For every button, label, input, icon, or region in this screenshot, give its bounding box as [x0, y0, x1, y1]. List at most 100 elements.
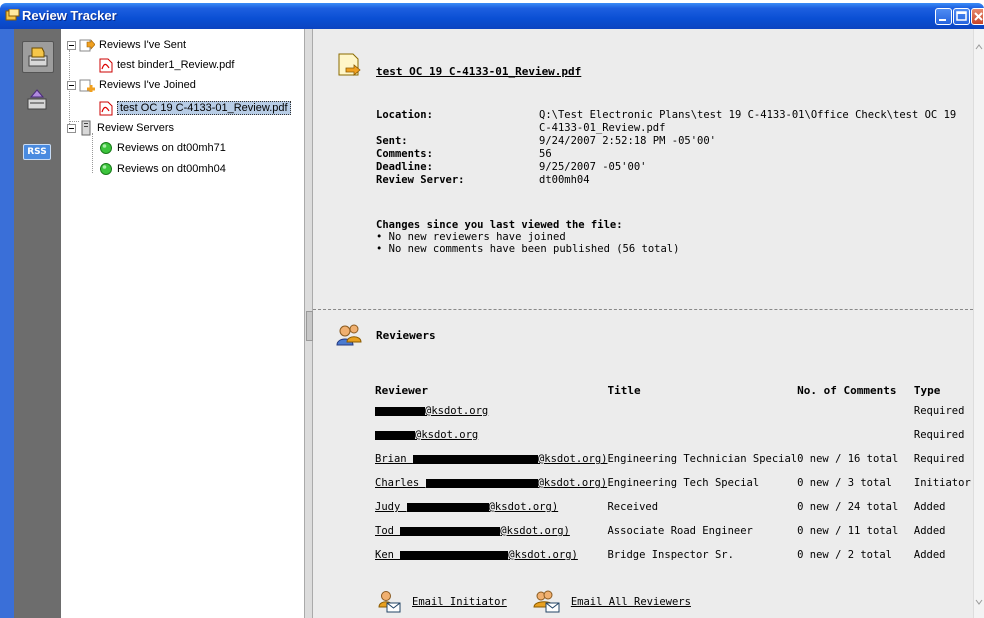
email-all-reviewers-link[interactable]: Email All Reviewers	[571, 596, 691, 608]
tree-node-label: Review Servers	[97, 122, 175, 134]
rail-joined-reviews[interactable]	[22, 85, 52, 115]
reviewer-title: Engineering Tech Special	[607, 477, 760, 489]
maximize-icon	[956, 11, 967, 21]
email-initiator-icon[interactable]	[376, 590, 402, 614]
sent-reviews-icon	[28, 47, 48, 67]
reviewer-link[interactable]: Judy @ksdot.org)	[375, 501, 558, 513]
tree-node-reviews-joined[interactable]: Reviews I've Joined	[67, 76, 196, 94]
email-all-reviewers-icon[interactable]	[533, 590, 561, 614]
redacted-name	[400, 526, 501, 536]
reviewers-icon	[336, 324, 362, 346]
close-button[interactable]	[971, 8, 984, 25]
reviewer-type: Added	[913, 549, 946, 561]
review-tracker-icon	[5, 9, 20, 21]
review-tree: Reviews I've Sent test binder1_Review.pd…	[61, 29, 304, 618]
column-header-title: Title	[607, 383, 641, 397]
reviewer-title	[607, 423, 797, 447]
rss-icon: RSS	[23, 144, 51, 160]
table-row: Charles @ksdot.org) Engineering Tech Spe…	[375, 471, 973, 495]
redacted-name	[412, 454, 538, 464]
document-title-link[interactable]: test OC 19 C-4133-01_Review.pdf	[376, 65, 581, 78]
tree-node-label: test OC 19 C-4133-01_Review.pdf	[117, 101, 291, 115]
reviewer-type: Added	[913, 501, 946, 513]
close-icon	[974, 12, 983, 21]
table-row: @ksdot.org Required	[375, 423, 973, 447]
info-value: dt00mh04	[539, 174, 590, 186]
splitter-grip-icon[interactable]	[306, 311, 313, 341]
rail-rss[interactable]: RSS	[22, 137, 52, 167]
document-info: Location: Q:\Test Electronic Plans\test …	[376, 109, 969, 187]
tree-guide-line	[92, 133, 93, 173]
info-key: Sent:	[376, 135, 408, 147]
review-tracker-window: Review Tracker RSS Reviews I've Sent tes…	[0, 0, 984, 618]
reviewer-link[interactable]: Charles @ksdot.org)	[375, 477, 607, 489]
window-title: Review Tracker	[22, 8, 117, 23]
reviewer-comments: 0 new / 16 total	[797, 453, 899, 465]
table-row: Judy @ksdot.org) Received 0 new / 24 tot…	[375, 495, 973, 519]
info-value: 56	[539, 148, 552, 160]
changes-heading: Changes since you last viewed the file:	[376, 219, 623, 231]
info-key: Deadline:	[376, 161, 433, 173]
pane-splitter[interactable]	[304, 29, 313, 618]
scroll-up-icon[interactable]	[974, 41, 984, 53]
collapse-icon[interactable]	[67, 80, 76, 90]
reviewer-comments	[797, 399, 914, 423]
tree-node-label: test binder1_Review.pdf	[117, 59, 235, 71]
tree-node-label: Reviews on dt00mh04	[117, 163, 226, 175]
info-key: Location:	[376, 109, 433, 121]
reviewer-link[interactable]: Brian @ksdot.org)	[375, 453, 607, 465]
folder-sent-icon	[79, 39, 95, 52]
pdf-icon	[99, 101, 113, 115]
title-bar[interactable]: Review Tracker	[0, 3, 984, 29]
tree-node-test-oc19[interactable]: test OC 19 C-4133-01_Review.pdf	[99, 99, 291, 117]
reviewer-link[interactable]: Ken @ksdot.org)	[375, 549, 578, 561]
scroll-down-icon[interactable]	[974, 596, 984, 608]
table-row: Ken @ksdot.org) Bridge Inspector Sr. 0 n…	[375, 543, 973, 567]
table-row: @ksdot.org Required	[375, 399, 973, 423]
document-review-icon	[338, 53, 361, 76]
table-row: Tod @ksdot.org) Associate Road Engineer …	[375, 519, 973, 543]
tree-node-server-dt00mh04[interactable]: Reviews on dt00mh04	[99, 160, 226, 178]
reviewer-comments: 0 new / 11 total	[797, 525, 899, 537]
pdf-icon	[99, 58, 113, 72]
info-row-sent: Sent: 9/24/2007 2:52:18 PM -05'00'	[376, 135, 969, 148]
reviewer-title: Engineering Technician Special	[607, 453, 798, 465]
maximize-button[interactable]	[953, 8, 970, 25]
info-row-comments: Comments: 56	[376, 148, 969, 161]
reviewer-link[interactable]: @ksdot.org	[375, 429, 478, 441]
window-left-border	[0, 29, 14, 618]
info-row-location: Location: Q:\Test Electronic Plans\test …	[376, 109, 969, 135]
tree-node-label: Reviews I've Joined	[99, 79, 196, 91]
tree-node-reviews-sent[interactable]: Reviews I've Sent	[67, 36, 186, 54]
tree-node-test-binder1[interactable]: test binder1_Review.pdf	[99, 56, 234, 74]
reviewer-title	[607, 399, 797, 423]
collapse-icon[interactable]	[67, 123, 76, 133]
email-initiator-link[interactable]: Email Initiator	[412, 596, 507, 608]
reviewer-type: Required	[913, 405, 965, 417]
email-actions: Email Initiator Email All Reviewers	[376, 590, 717, 614]
reviewer-link[interactable]: @ksdot.org	[375, 405, 488, 417]
reviewer-type: Required	[913, 453, 965, 465]
table-header-row: Reviewer Title No. of Comments Type	[375, 381, 973, 399]
collapse-icon[interactable]	[67, 40, 76, 50]
reviewers-heading: Reviewers	[376, 329, 436, 342]
tree-node-label: Reviews on dt00mh71	[117, 142, 226, 154]
info-key: Comments:	[376, 148, 433, 160]
info-value: Q:\Test Electronic Plans\test 19 C-4133-…	[539, 109, 957, 134]
tree-node-server-dt00mh71[interactable]: Reviews on dt00mh71	[99, 139, 226, 157]
info-value: 9/25/2007 -05'00'	[539, 161, 647, 173]
rail-sent-reviews[interactable]	[22, 41, 54, 73]
reviewer-type: Initiator	[913, 477, 971, 489]
reviewers-table: Reviewer Title No. of Comments Type @ksd…	[375, 381, 973, 567]
minimize-button[interactable]	[935, 8, 952, 25]
redacted-name	[375, 430, 415, 440]
reviewer-title: Received	[607, 501, 659, 513]
side-rail: RSS	[14, 29, 61, 618]
tree-node-review-servers[interactable]: Review Servers	[67, 119, 174, 137]
minimize-icon	[939, 19, 946, 21]
reviewer-link[interactable]: Tod @ksdot.org)	[375, 525, 570, 537]
vertical-scrollbar[interactable]	[973, 29, 984, 618]
redacted-name	[406, 502, 489, 512]
server-icon	[81, 120, 91, 136]
reviewer-comments: 0 new / 24 total	[797, 501, 899, 513]
